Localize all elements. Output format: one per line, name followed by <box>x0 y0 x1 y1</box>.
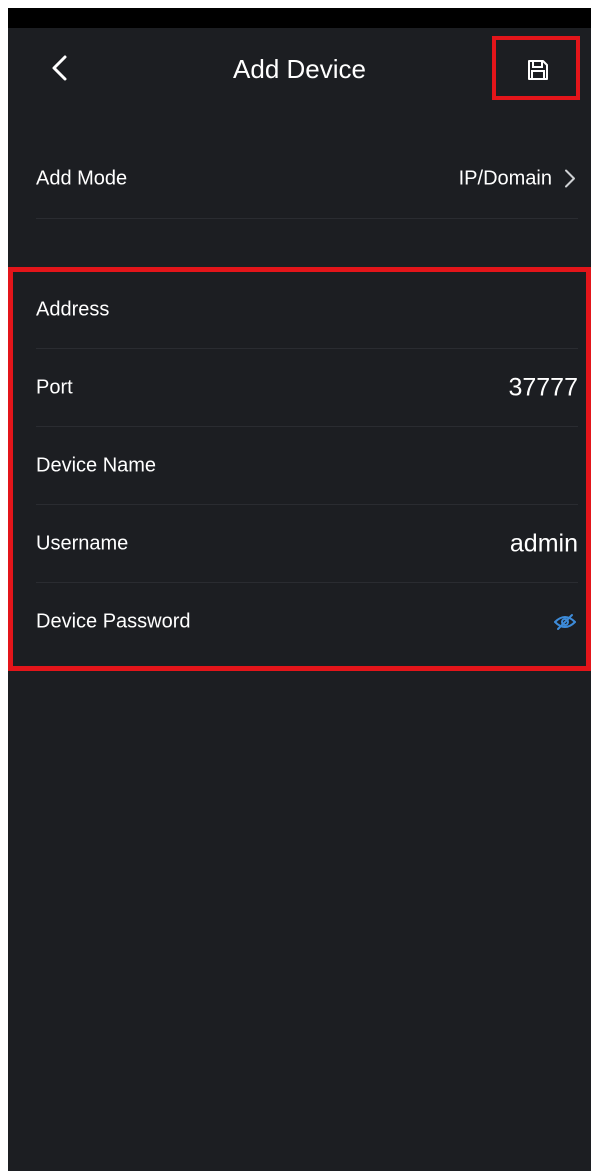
username-value[interactable]: admin <box>510 529 578 558</box>
password-visibility-toggle[interactable] <box>553 613 577 631</box>
port-value[interactable]: 37777 <box>508 373 578 402</box>
username-label: Username <box>36 532 129 554</box>
device-name-label: Device Name <box>36 454 157 476</box>
port-label: Port <box>36 376 73 398</box>
add-device-screen: Add Device Add Mode IP/Domain Address Po… <box>8 8 591 1171</box>
chevron-right-icon <box>565 169 575 188</box>
eye-hidden-icon <box>553 614 577 630</box>
status-bar <box>8 8 591 28</box>
device-password-row[interactable]: Device Password <box>36 583 578 661</box>
port-row[interactable]: Port 37777 <box>36 349 578 427</box>
add-mode-value-wrapper: IP/Domain <box>459 167 576 190</box>
add-mode-label: Add Mode <box>36 167 128 189</box>
device-password-label: Device Password <box>36 610 191 633</box>
header: Add Device <box>8 28 591 108</box>
device-name-row[interactable]: Device Name <box>36 427 578 505</box>
address-label: Address <box>36 298 110 320</box>
save-button[interactable] <box>492 36 580 100</box>
address-row[interactable]: Address <box>36 271 578 349</box>
username-row[interactable]: Username admin <box>36 505 578 583</box>
add-mode-value: IP/Domain <box>458 167 552 189</box>
add-mode-row[interactable]: Add Mode IP/Domain <box>36 139 578 219</box>
floppy-disk-icon <box>528 60 548 80</box>
